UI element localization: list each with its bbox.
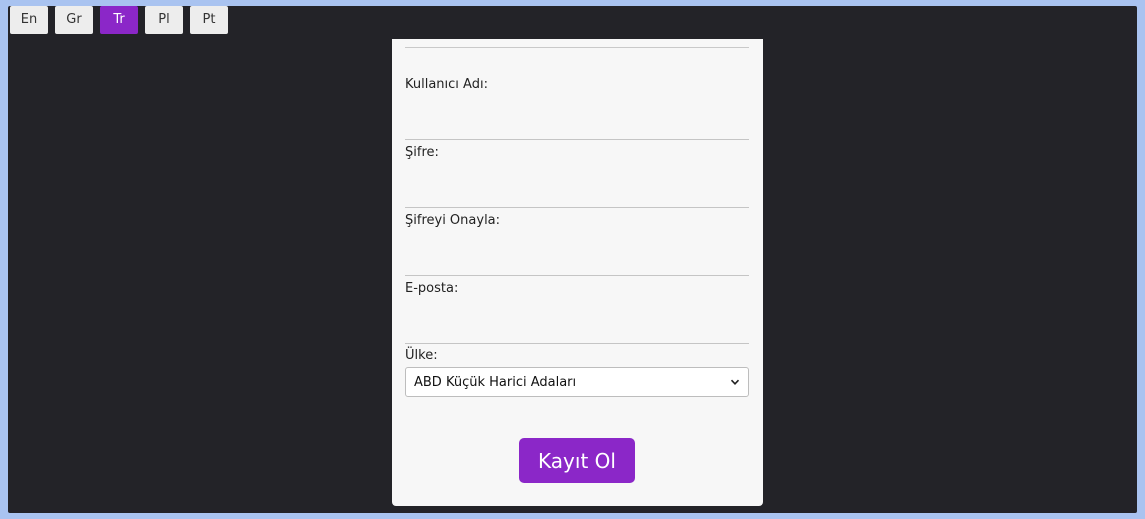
lang-button-pl[interactable]: Pl — [145, 6, 183, 34]
username-field-group: Kullanıcı Adı: — [405, 77, 749, 140]
confirm-password-field-group: Şifreyi Onayla: — [405, 213, 749, 276]
registration-form: Kullanıcı Adı: Şifre: Şifreyi Onayla: E-… — [392, 39, 763, 506]
password-field-group: Şifre: — [405, 145, 749, 208]
register-button[interactable]: Kayıt Ol — [519, 438, 635, 483]
lang-button-gr[interactable]: Gr — [55, 6, 93, 34]
country-select[interactable]: ABD Küçük Harici Adaları — [405, 367, 749, 397]
confirm-password-label: Şifreyi Onayla: — [405, 213, 501, 228]
country-label: Ülke: — [405, 348, 438, 363]
email-field-group: E-posta: — [405, 281, 749, 344]
password-input[interactable] — [405, 183, 749, 208]
country-field-group: Ülke: — [405, 348, 749, 363]
divider — [405, 47, 749, 48]
confirm-password-input[interactable] — [405, 251, 749, 276]
email-input[interactable] — [405, 319, 749, 344]
username-label: Kullanıcı Adı: — [405, 77, 488, 92]
lang-button-tr[interactable]: Tr — [100, 6, 138, 34]
chevron-down-icon — [730, 379, 740, 385]
username-input[interactable] — [405, 115, 749, 140]
lang-button-pt[interactable]: Pt — [190, 6, 228, 34]
page-viewport: En Gr Tr Pl Pt Kullanıcı Adı: Şifre: Şif… — [8, 6, 1137, 513]
language-switcher: En Gr Tr Pl Pt — [10, 6, 228, 34]
lang-button-en[interactable]: En — [10, 6, 48, 34]
country-selected-value: ABD Küçük Harici Adaları — [414, 374, 577, 390]
email-label: E-posta: — [405, 281, 459, 296]
password-label: Şifre: — [405, 145, 439, 160]
